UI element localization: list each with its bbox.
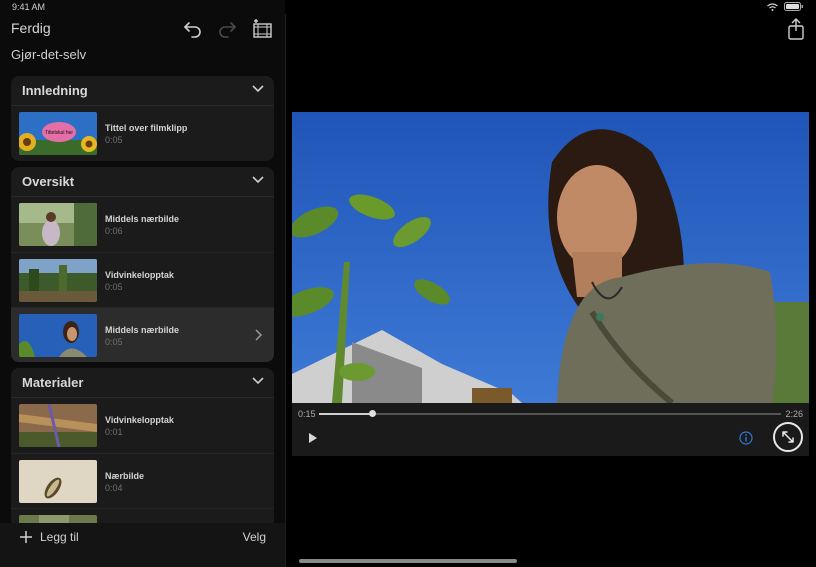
player-controls: 0:15 2:26 xyxy=(292,403,809,456)
section-title: Innledning xyxy=(22,83,88,98)
page-title: Gjør-det-selv xyxy=(11,47,87,62)
clip-name: Middels nærbilde xyxy=(105,325,180,335)
chevron-down-icon xyxy=(252,176,264,184)
add-clip-icon[interactable] xyxy=(251,18,273,40)
status-indicators xyxy=(767,2,804,11)
info-icon[interactable] xyxy=(739,431,753,445)
clip-duration: 0:05 xyxy=(105,337,123,347)
home-indicator xyxy=(299,559,517,563)
clip-row[interactable]: Vidvinkelopptak 0:05 xyxy=(11,252,274,307)
scrubber-knob[interactable] xyxy=(369,410,377,417)
video-player: 0:15 2:26 xyxy=(292,112,809,456)
undo-icon[interactable] xyxy=(182,18,204,40)
section-header[interactable]: Oversikt xyxy=(11,167,274,197)
section-title: Materialer xyxy=(22,375,84,390)
video-frame[interactable] xyxy=(292,112,809,403)
status-bar: 9:41 AM xyxy=(0,0,816,14)
scrubber-fill xyxy=(319,413,373,415)
expand-icon xyxy=(782,431,794,443)
clip-thumbnail xyxy=(19,203,97,246)
add-button-label: Legg til xyxy=(40,530,79,544)
clip-thumbnail xyxy=(19,404,97,447)
clip-row[interactable]: Tittelskal her Tittel over filmklipp 0:0… xyxy=(11,106,274,161)
clip-duration: 0:05 xyxy=(105,282,123,292)
plus-icon xyxy=(20,531,32,543)
clip-duration: 0:01 xyxy=(105,427,123,437)
fullscreen-button[interactable] xyxy=(773,422,803,452)
clip-duration: 0:05 xyxy=(105,135,123,145)
clip-name: Tittel over filmklipp xyxy=(105,123,188,133)
clip-thumbnail xyxy=(19,259,97,302)
clip-row-selected[interactable]: Middels nærbilde 0:05 xyxy=(11,307,274,362)
clip-name: Middels nærbilde xyxy=(105,214,180,224)
clip-thumbnail xyxy=(19,460,97,503)
play-icon[interactable] xyxy=(308,432,318,444)
status-time: 9:41 AM xyxy=(12,2,46,12)
share-icon[interactable] xyxy=(786,18,806,40)
chevron-down-icon xyxy=(252,85,264,93)
clip-duration: 0:04 xyxy=(105,483,123,493)
total-time: 2:26 xyxy=(785,409,803,419)
section-title: Oversikt xyxy=(22,174,75,189)
chevron-right-icon xyxy=(255,329,262,341)
thumbnail-title-text: Tittelskal her xyxy=(45,130,73,136)
clip-duration: 0:06 xyxy=(105,226,123,236)
clip-row[interactable]: Vidvinkelopptak 0:01 xyxy=(11,398,274,453)
sidebar-toolbar: Ferdig xyxy=(0,14,285,44)
clip-row[interactable]: Nærbilde 0:04 xyxy=(11,453,274,508)
scrubber[interactable] xyxy=(319,410,781,417)
clip-thumbnail: Tittelskal her xyxy=(19,112,97,155)
clip-name: Vidvinkelopptak xyxy=(105,415,174,425)
section-materials: Materialer Vidvinkelopptak 0:01 Nærbilde… xyxy=(11,368,274,528)
select-button[interactable]: Velg xyxy=(243,530,266,544)
battery-icon xyxy=(784,2,803,11)
clip-name: Vidvinkelopptak xyxy=(105,270,174,280)
chevron-down-icon xyxy=(252,377,264,385)
bottom-toolbar: Legg til Velg xyxy=(0,523,285,567)
current-time: 0:15 xyxy=(298,409,316,419)
section-overview: Oversikt Middels nærbilde 0:06 Vidvinkel… xyxy=(11,167,274,362)
clip-name: Nærbilde xyxy=(105,471,145,481)
done-button[interactable]: Ferdig xyxy=(11,20,51,36)
add-button[interactable]: Legg til xyxy=(20,530,79,544)
wifi-icon xyxy=(767,2,778,11)
split-divider[interactable] xyxy=(285,14,286,567)
redo-icon[interactable] xyxy=(216,18,238,40)
section-header[interactable]: Innledning xyxy=(11,76,274,106)
clip-row[interactable]: Middels nærbilde 0:06 xyxy=(11,197,274,252)
section-header[interactable]: Materialer xyxy=(11,368,274,398)
clip-thumbnail xyxy=(19,314,97,357)
section-introduction: Innledning Tittelskal her Tittel over fi… xyxy=(11,76,274,161)
